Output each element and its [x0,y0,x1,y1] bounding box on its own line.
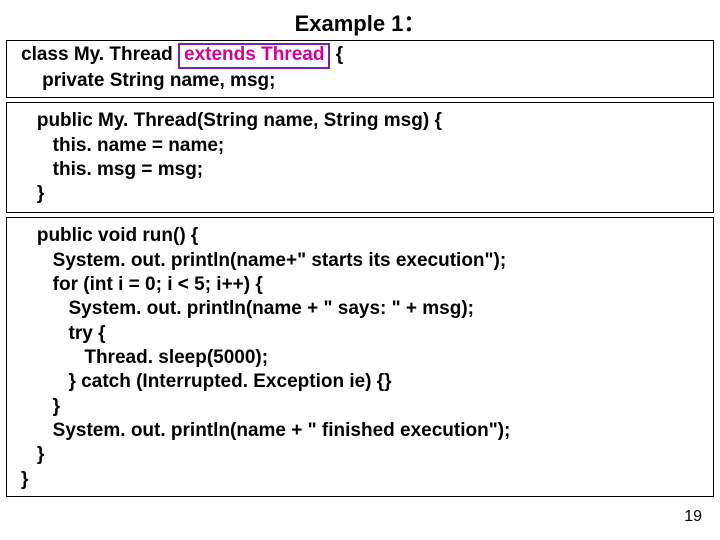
code-text: class My. Thread [21,44,178,65]
page-number: 19 [684,508,702,526]
code-text: { [330,44,343,65]
code-line: } catch (Interrupted. Exception ie) {} [7,370,713,394]
extends-highlight-box: extends Thread [178,43,330,69]
code-line: this. msg = msg; [7,158,713,182]
code-line-1: class My. Thread extends Thread { [7,43,713,69]
slide: Example 1： class My. Thread extends Thre… [0,0,720,540]
slide-title: Example 1： [0,0,720,40]
code-line: public void run() { [7,224,713,248]
code-line: } [7,182,713,206]
code-line: System. out. println(name+" starts its e… [7,249,713,273]
code-line: try { [7,322,713,346]
code-line: for (int i = 0; i < 5; i++) { [7,273,713,297]
code-box-1: class My. Thread extends Thread { privat… [6,40,714,98]
code-box-3: public void run() { System. out. println… [6,217,714,496]
code-line: Thread. sleep(5000); [7,346,713,370]
code-line: public My. Thread(String name, String ms… [7,109,713,133]
code-box-2: public My. Thread(String name, String ms… [6,102,714,213]
code-line-2: private String name, msg; [7,69,713,93]
code-line: System. out. println(name + " finished e… [7,419,713,443]
code-line: } [7,443,713,467]
code-line: this. name = name; [7,134,713,158]
code-line: System. out. println(name + " says: " + … [7,297,713,321]
code-line: } [7,395,713,419]
extends-highlight-text: extends Thread [184,44,324,65]
code-line: } [7,468,713,492]
